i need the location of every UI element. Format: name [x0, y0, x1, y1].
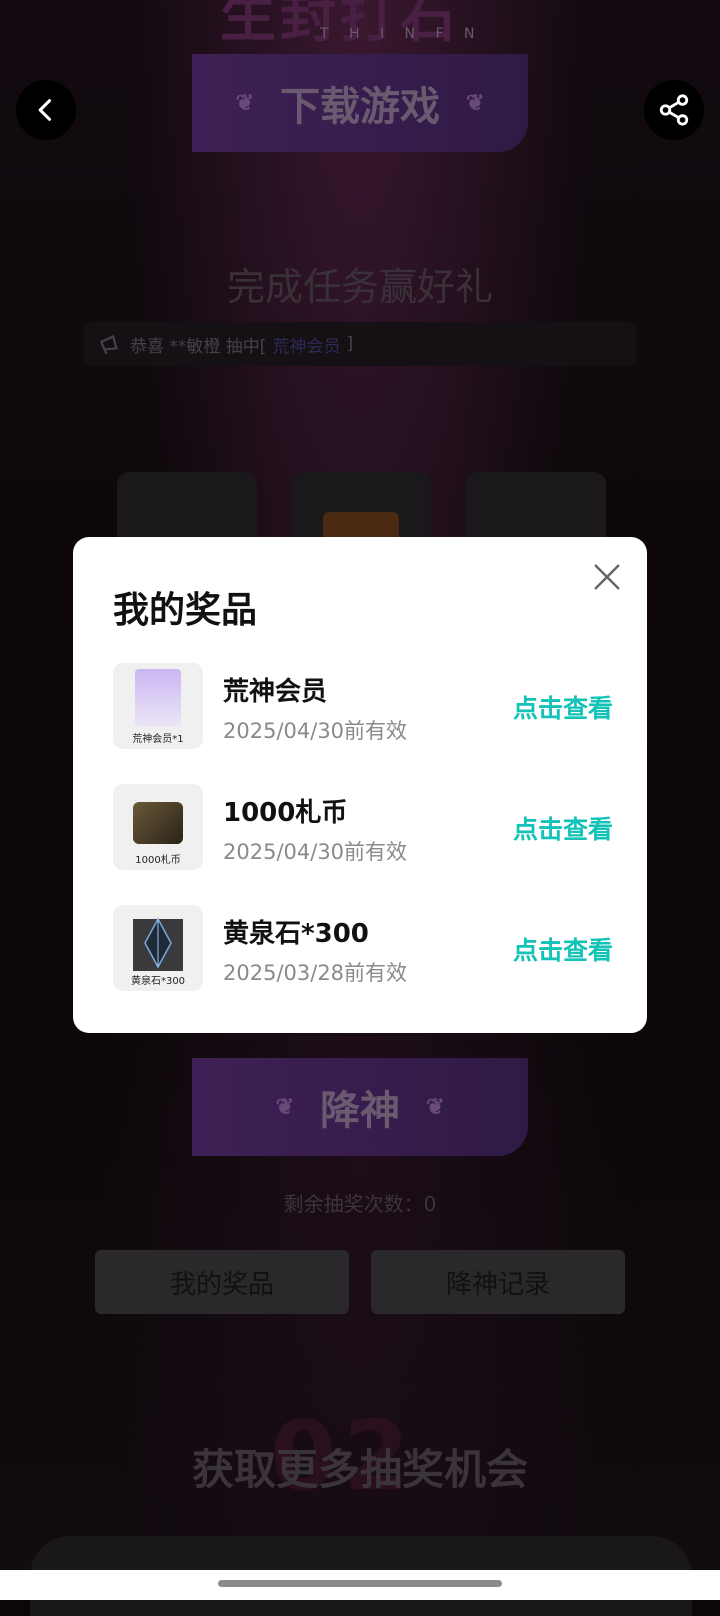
prize-name: 1000札币	[223, 798, 348, 828]
crystal-icon	[133, 917, 183, 971]
prize-thumbnail: 1000札币	[113, 784, 203, 870]
prize-thumbnail: 黄泉石*300	[113, 905, 203, 991]
my-prizes-modal: 我的奖品 荒神会员*1 荒神会员 2025/04/30前有效 点击查看 1000…	[73, 537, 647, 1033]
prize-validity: 2025/03/28前有效	[223, 961, 408, 985]
home-indicator[interactable]	[218, 1580, 502, 1587]
prize-name: 黄泉石*300	[223, 919, 369, 949]
coin-box-image	[133, 802, 183, 844]
view-prize-link[interactable]: 点击查看	[513, 810, 613, 846]
prize-validity: 2025/04/30前有效	[223, 840, 408, 864]
prize-row: 荒神会员*1 荒神会员 2025/04/30前有效 点击查看	[113, 663, 613, 749]
prize-validity: 2025/04/30前有效	[223, 719, 408, 743]
prize-thumbnail-caption: 1000札币	[135, 855, 181, 866]
close-icon	[594, 564, 620, 590]
prize-thumbnail-caption: 荒神会员*1	[132, 734, 184, 745]
view-prize-link[interactable]: 点击查看	[513, 931, 613, 967]
prize-thumbnail-caption: 黄泉石*300	[130, 976, 186, 987]
prize-row: 1000札币 1000札币 2025/04/30前有效 点击查看	[113, 784, 613, 870]
modal-title: 我的奖品	[113, 590, 258, 631]
membership-card-image	[135, 669, 181, 727]
prize-name: 荒神会员	[223, 677, 328, 707]
close-button[interactable]	[587, 557, 627, 597]
prize-thumbnail: 荒神会员*1	[113, 663, 203, 749]
view-prize-link[interactable]: 点击查看	[513, 689, 613, 725]
prize-row: 黄泉石*300 黄泉石*300 2025/03/28前有效 点击查看	[113, 905, 613, 991]
